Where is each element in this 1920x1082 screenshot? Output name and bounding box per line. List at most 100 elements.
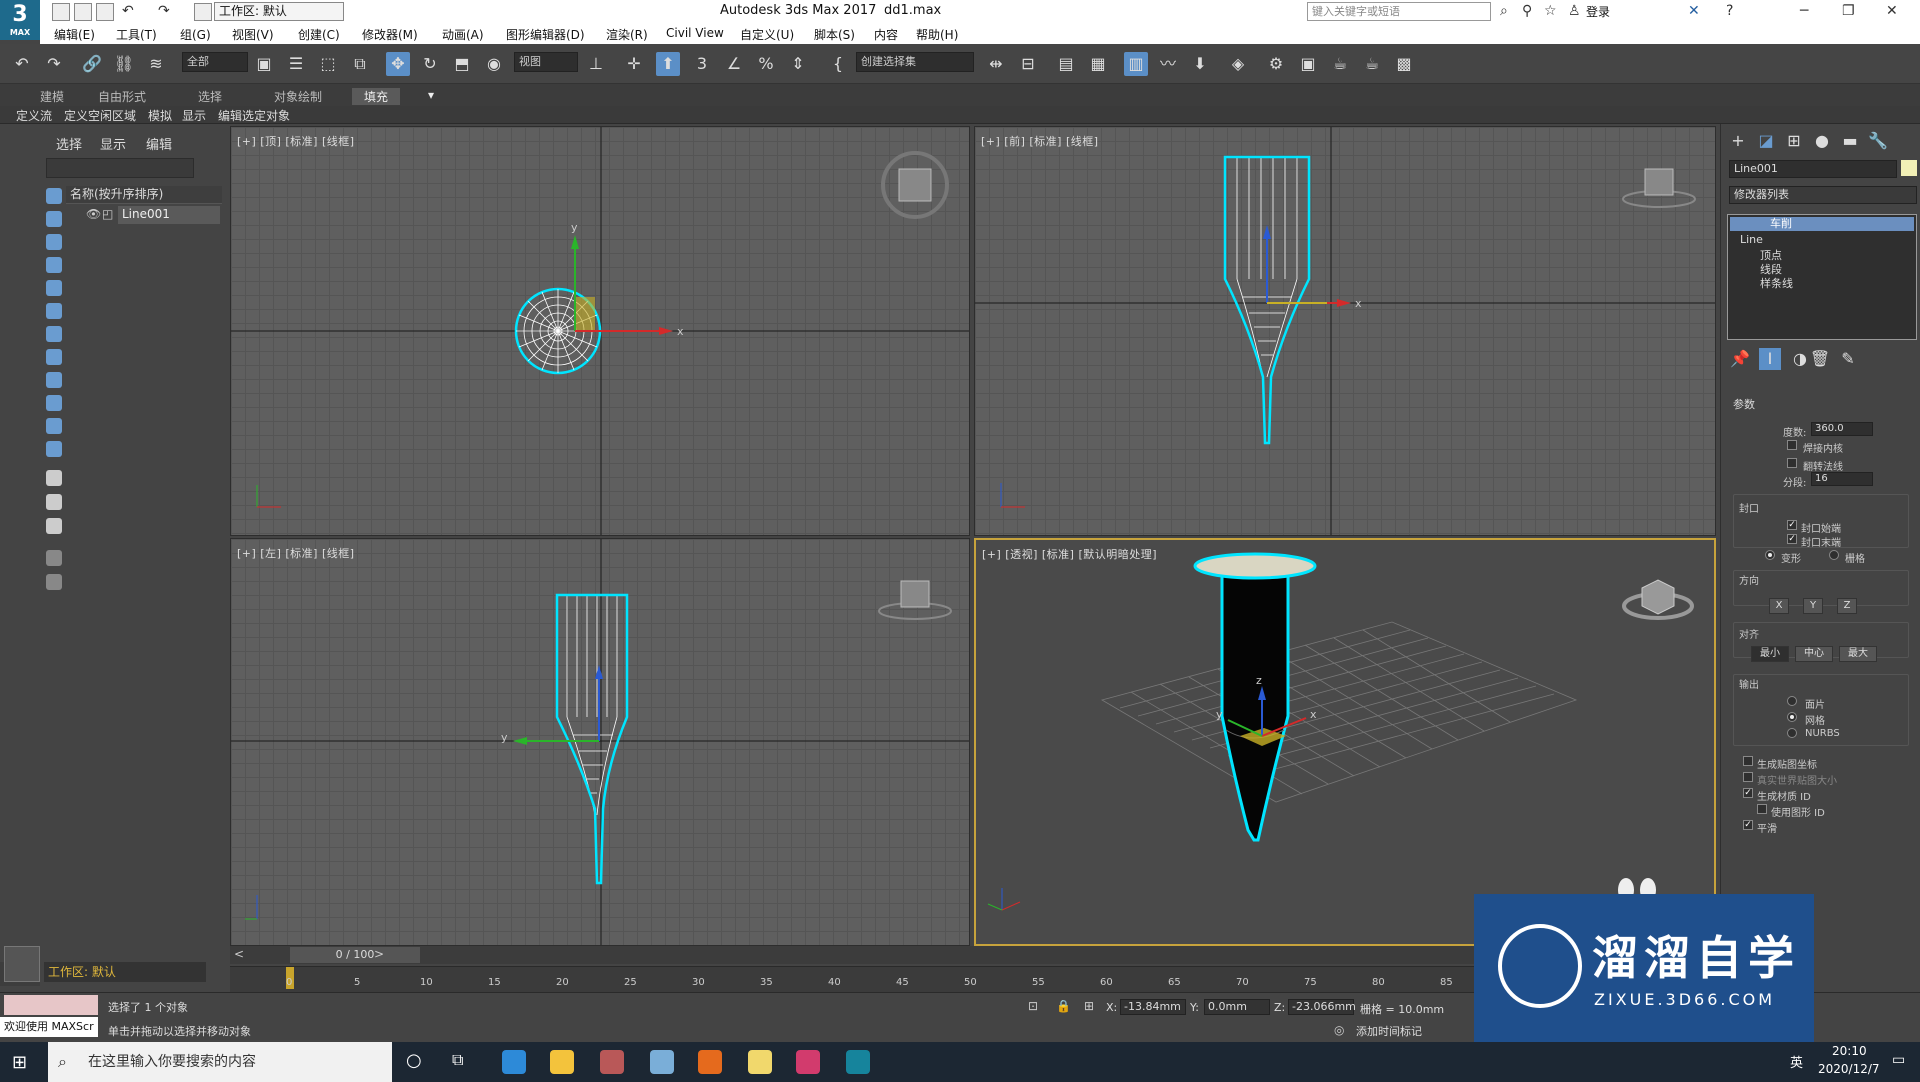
new-file-icon[interactable] bbox=[52, 3, 70, 21]
menu-animation[interactable]: 动画(A) bbox=[442, 26, 484, 43]
align-center-button[interactable]: 中心 bbox=[1795, 646, 1833, 662]
grid-radio[interactable] bbox=[1829, 550, 1839, 560]
file-explorer-icon[interactable] bbox=[550, 1050, 574, 1074]
filter-cameras-icon[interactable] bbox=[46, 257, 62, 273]
rendered-frame-icon[interactable]: ▣ bbox=[1296, 52, 1320, 76]
filter-helpers-icon[interactable] bbox=[46, 280, 62, 296]
workspace-icon[interactable] bbox=[4, 946, 40, 982]
flip-normals-checkbox[interactable] bbox=[1787, 458, 1797, 468]
edge-icon[interactable] bbox=[502, 1050, 526, 1074]
gen-map-coords-checkbox[interactable] bbox=[1743, 756, 1753, 766]
project-folder-icon[interactable] bbox=[194, 3, 212, 21]
render-cloud-icon[interactable]: ▩ bbox=[1392, 52, 1416, 76]
search-input[interactable]: 键入关键字或短语 bbox=[1307, 2, 1491, 21]
prev-frame-icon[interactable]: < bbox=[234, 947, 244, 961]
show-end-result-icon[interactable]: Ⅰ bbox=[1759, 348, 1781, 370]
object-color-swatch[interactable] bbox=[1901, 160, 1917, 176]
viewcube-left[interactable] bbox=[878, 580, 952, 620]
star-icon[interactable]: ☆ bbox=[1544, 3, 1557, 19]
menu-create[interactable]: 创建(C) bbox=[298, 26, 340, 43]
rect-selection-icon[interactable]: ⬚ bbox=[316, 52, 340, 76]
lock-icon[interactable]: 🔒 bbox=[1056, 999, 1071, 1013]
explorer-tab-edit[interactable]: 编辑 bbox=[146, 134, 172, 153]
exchange-icon[interactable]: ✕ bbox=[1688, 3, 1700, 19]
select-rotate-icon[interactable]: ↻ bbox=[418, 52, 442, 76]
ribbon-tab-object-paint[interactable]: 对象绘制 bbox=[274, 88, 322, 105]
pivot-center-icon[interactable]: ⊥ bbox=[584, 52, 608, 76]
app-logo-icon[interactable]: 3 MAX bbox=[0, 0, 40, 40]
filter-all-icon[interactable] bbox=[46, 470, 62, 486]
curve-editor-icon[interactable]: 〰 bbox=[1156, 52, 1180, 76]
menu-group[interactable]: 组(G) bbox=[180, 26, 211, 43]
app-icon-2[interactable] bbox=[650, 1050, 674, 1074]
make-unique-icon[interactable]: ◑ bbox=[1789, 348, 1811, 370]
cap-start-checkbox[interactable]: ✓ bbox=[1787, 520, 1797, 530]
minimize-icon[interactable]: ─ bbox=[1800, 3, 1808, 19]
degrees-spinner[interactable]: 360.0 bbox=[1811, 422, 1873, 436]
select-object-icon[interactable]: ▣ bbox=[252, 52, 276, 76]
menu-help[interactable]: 帮助(H) bbox=[916, 26, 958, 43]
filter-frozen-icon[interactable] bbox=[46, 418, 62, 434]
visibility-eye-icon[interactable]: 👁 bbox=[86, 206, 101, 222]
viewport-top[interactable]: [+] [顶] [标准] [线框] y x bbox=[230, 126, 970, 536]
firefox-icon[interactable] bbox=[698, 1050, 722, 1074]
gen-matid-checkbox[interactable]: ✓ bbox=[1743, 788, 1753, 798]
taskbar-search[interactable]: 在这里输入你要搜索的内容 bbox=[48, 1042, 392, 1082]
redo-icon[interactable]: ↷ bbox=[42, 52, 66, 76]
notepad-icon[interactable] bbox=[748, 1050, 772, 1074]
scene-explorer-icon[interactable]: ▥ bbox=[1124, 52, 1148, 76]
modifier-list-dropdown[interactable]: 修改器列表 bbox=[1729, 186, 1917, 204]
undo-icon[interactable]: ↶ bbox=[10, 52, 34, 76]
unlink-icon[interactable]: ⛓ bbox=[112, 52, 136, 76]
ribbon-options-icon[interactable]: ▾ bbox=[428, 88, 434, 102]
rollout-params[interactable]: 参数 bbox=[1733, 396, 1755, 412]
login-link[interactable]: 登录 bbox=[1586, 3, 1610, 20]
x-coord-field[interactable]: -13.84mm bbox=[1120, 999, 1186, 1015]
smooth-checkbox[interactable]: ✓ bbox=[1743, 820, 1753, 830]
layer-explorer-icon[interactable]: ▤ bbox=[1054, 52, 1078, 76]
angle-snap-icon[interactable]: ∠ bbox=[722, 52, 746, 76]
filter-geometry-icon[interactable] bbox=[46, 188, 62, 204]
use-shape-id-checkbox[interactable] bbox=[1757, 804, 1767, 814]
app-icon-3[interactable] bbox=[796, 1050, 820, 1074]
align-min-button[interactable]: 最小 bbox=[1751, 646, 1789, 662]
motion-tab-icon[interactable]: ● bbox=[1811, 130, 1833, 152]
hierarchy-tab-icon[interactable]: ⊞ bbox=[1783, 130, 1805, 152]
menu-content[interactable]: 内容 bbox=[874, 26, 898, 43]
snap-toggle-icon[interactable]: 3 bbox=[690, 52, 714, 76]
maxscript-mini-listener[interactable]: 欢迎使用 MAXScr bbox=[0, 1017, 98, 1037]
select-scale-icon[interactable]: ⬒ bbox=[450, 52, 474, 76]
explorer-tab-display[interactable]: 显示 bbox=[100, 134, 126, 153]
filter-funnel-icon[interactable] bbox=[46, 574, 62, 590]
help-icon[interactable]: ? bbox=[1726, 3, 1733, 19]
morph-radio[interactable] bbox=[1765, 550, 1775, 560]
explorer-search-input[interactable] bbox=[46, 158, 194, 178]
menu-modifiers[interactable]: 修改器(M) bbox=[362, 26, 418, 43]
explorer-object-row[interactable]: 👁 ◰ Line001 bbox=[66, 206, 222, 224]
align-max-button[interactable]: 最大 bbox=[1839, 646, 1877, 662]
edit-named-selection-icon[interactable]: { bbox=[826, 52, 850, 76]
ribbon-tab-modeling[interactable]: 建模 bbox=[40, 88, 64, 105]
bind-space-warp-icon[interactable]: ≋ bbox=[144, 52, 168, 76]
toggle-ribbon-icon[interactable]: ▦ bbox=[1086, 52, 1110, 76]
create-tab-icon[interactable]: + bbox=[1727, 130, 1749, 152]
select-place-icon[interactable]: ◉ bbox=[482, 52, 506, 76]
filter-containers-icon[interactable] bbox=[46, 395, 62, 411]
windows-start-icon[interactable]: ⊞ bbox=[12, 1052, 27, 1073]
user-icon[interactable]: ♙ bbox=[1568, 3, 1581, 19]
y-coord-field[interactable]: 0.0mm bbox=[1204, 999, 1270, 1015]
selection-filter-dropdown[interactable]: 全部 bbox=[182, 52, 248, 72]
manipulate-icon[interactable]: ✛ bbox=[622, 52, 646, 76]
menu-civil-view[interactable]: Civil View bbox=[666, 26, 724, 40]
render-production-icon[interactable]: ☕ bbox=[1328, 52, 1352, 76]
object-name[interactable]: Line001 bbox=[118, 206, 220, 224]
define-idle-area-button[interactable]: 定义空闲区域 bbox=[64, 107, 136, 124]
save-file-icon[interactable] bbox=[96, 3, 114, 21]
menu-scripting[interactable]: 脚本(S) bbox=[814, 26, 855, 43]
select-move-icon[interactable]: ✥ bbox=[386, 52, 410, 76]
output-patch-radio[interactable] bbox=[1787, 696, 1797, 706]
restore-icon[interactable]: ❐ bbox=[1842, 3, 1855, 19]
viewcube-front[interactable] bbox=[1622, 168, 1696, 208]
filter-none-icon[interactable] bbox=[46, 494, 62, 510]
filter-bones-icon[interactable] bbox=[46, 372, 62, 388]
